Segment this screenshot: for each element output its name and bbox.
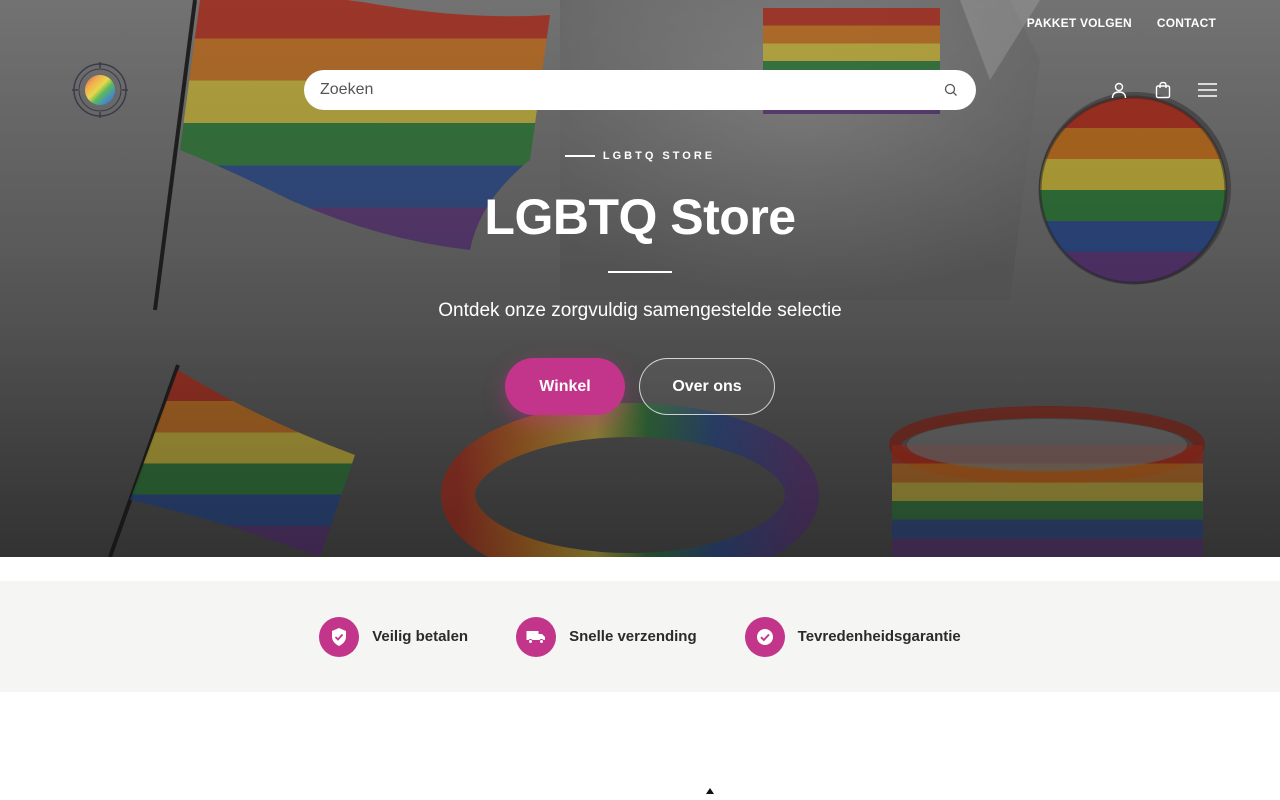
hero-cta-group: Winkel Over ons (505, 358, 775, 415)
search-icon[interactable] (942, 81, 960, 99)
shield-check-icon (319, 616, 360, 657)
eyebrow-text: LGBTQ STORE (602, 150, 716, 162)
hero-divider (608, 271, 672, 273)
store-logo[interactable] (70, 60, 130, 120)
hero-subtitle: Ontdek onze zorgvuldig samengestelde sel… (438, 300, 842, 321)
hero-eyebrow: LGBTQ STORE (0, 150, 1280, 162)
about-us-button[interactable]: Over ons (639, 358, 775, 415)
feature-label: Snelle verzending (569, 628, 697, 645)
feature-label: Veilig betalen (372, 628, 469, 645)
content-section (0, 692, 1280, 800)
contact-link[interactable]: CONTACT (1157, 16, 1216, 30)
utility-nav: PAKKET VOLGEN CONTACT (1027, 16, 1216, 30)
truck-icon (516, 616, 557, 657)
feature-item: Snelle verzending (516, 616, 697, 657)
search-input[interactable] (320, 81, 942, 99)
header-actions (1108, 78, 1218, 102)
feature-label: Tevredenheidsgarantie (797, 628, 961, 645)
feature-strip: Veilig betalen Snelle verzending Tevrede… (0, 581, 1280, 692)
check-circle-icon (744, 616, 785, 657)
bag-icon[interactable] (1152, 78, 1174, 102)
shop-button[interactable]: Winkel (505, 358, 625, 415)
track-package-link[interactable]: PAKKET VOLGEN (1027, 16, 1132, 30)
eyebrow-line (564, 155, 595, 157)
hero-title: LGBTQ Store (484, 189, 796, 245)
menu-icon[interactable] (1196, 78, 1218, 102)
section-heading-fragment (706, 788, 714, 794)
feature-item: Veilig betalen (319, 616, 469, 657)
account-icon[interactable] (1108, 78, 1130, 102)
feature-item: Tevredenheidsgarantie (744, 616, 961, 657)
search-bar (304, 70, 976, 110)
